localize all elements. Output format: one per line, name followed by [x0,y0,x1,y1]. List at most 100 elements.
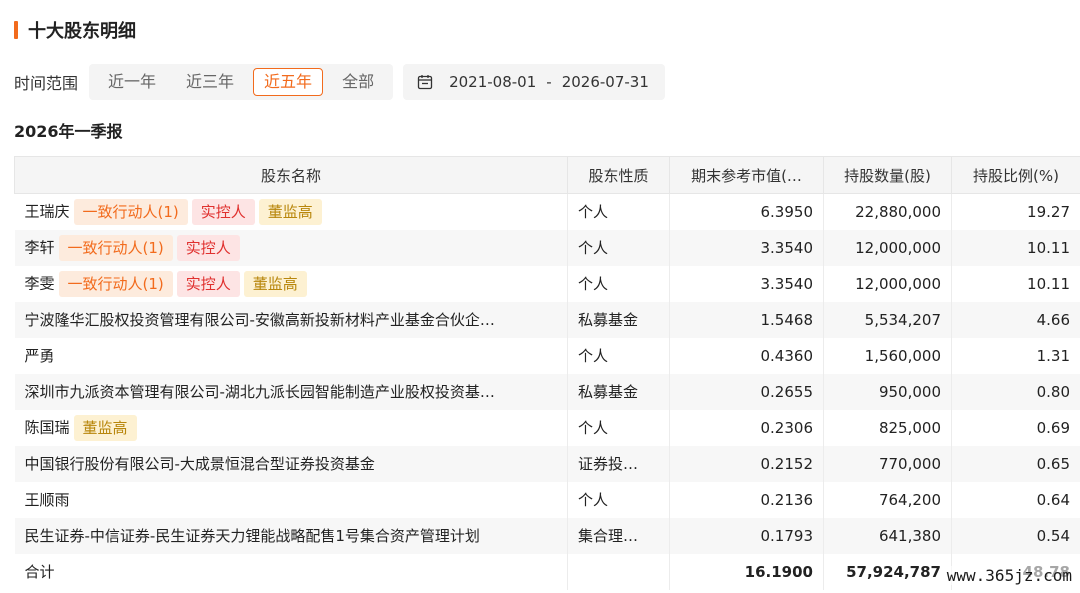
share-count: 1,560,000 [823,337,952,374]
share-count: 641,380 [823,517,952,554]
header-shareholder-type[interactable]: 股东性质 [567,156,670,194]
total-share-count: 57,924,787 [823,553,952,590]
tab-all[interactable]: 全部 [331,68,385,96]
shareholder-tag: 实控人 [176,270,240,297]
shareholder-type: 私募基金 [567,301,670,338]
share-count: 950,000 [823,373,952,410]
end-date: 2026-07-31 [561,73,649,91]
market-value: 3.3540 [669,265,824,302]
shareholder-type: 个人 [567,265,670,302]
shareholder-type: 个人 [567,337,670,374]
calendar-icon [417,75,433,90]
market-value: 0.2655 [669,373,824,410]
shareholder-name-cell: 李雯 一致行动人(1) 实控人 董监高 [14,265,568,302]
tab-1-year[interactable]: 近一年 [97,68,167,96]
shareholder-type: 集合理… [567,517,670,554]
accent-bar [14,21,18,39]
shareholder-type: 私募基金 [567,373,670,410]
shareholder-tag: 董监高 [243,270,307,297]
header-market-value[interactable]: 期末参考市值(… [669,156,824,194]
table-row[interactable]: 民生证券-中信证券-民生证券天力锂能战略配售1号集合资产管理计划 集合理… 0.17… [14,517,1080,554]
shareholder-name-cell: 李轩 一致行动人(1) 实控人 [14,229,568,266]
shareholder-type: 证券投… [567,445,670,482]
date-range-picker[interactable]: 2021-08-01 - 2026-07-31 [403,64,665,100]
shareholder-name[interactable]: 宁波隆华汇股权投资管理有限公司-安徽高新投新材料产业基金合伙企… [25,311,495,329]
share-count: 770,000 [823,445,952,482]
shareholder-type: 个人 [567,481,670,518]
table-row[interactable]: 李雯 一致行动人(1) 实控人 董监高 个人 3.3540 12,000,000 10.11 [14,265,1080,302]
shareholder-name-cell: 民生证券-中信证券-民生证券天力锂能战略配售1号集合资产管理计划 [14,517,568,554]
shareholder-type: 个人 [567,229,670,266]
share-ratio: 10.11 [951,229,1080,266]
start-date: 2021-08-01 [449,73,537,91]
shareholder-name[interactable]: 民生证券-中信证券-民生证券天力锂能战略配售1号集合资产管理计划 [25,527,480,545]
shareholder-name[interactable]: 李雯 [25,274,55,292]
shareholder-name-cell: 中国银行股份有限公司-大成景恒混合型证券投资基金 [14,445,568,482]
market-value: 3.3540 [669,229,824,266]
table-row[interactable]: 王瑞庆 一致行动人(1) 实控人 董监高 个人 6.3950 22,880,000 19.27 [14,193,1080,230]
total-label: 合计 [14,553,568,590]
shareholder-tag: 董监高 [258,198,322,225]
market-value: 0.2306 [669,409,824,446]
shareholder-name-cell: 严勇 [14,337,568,374]
share-ratio: 0.69 [951,409,1080,446]
share-ratio: 10.11 [951,265,1080,302]
shareholder-name[interactable]: 陈国瑞 [25,418,70,436]
share-count: 5,534,207 [823,301,952,338]
shareholder-table: 股东名称 股东性质 期末参考市值(… 持股数量(股) 持股比例(%) 王瑞庆 一致… [14,156,1080,590]
market-value: 0.2136 [669,481,824,518]
table-row[interactable]: 深圳市九派资本管理有限公司-湖北九派长园智能制造产业股权投资基… 私募基金 0.26… [14,373,1080,410]
share-count: 12,000,000 [823,229,952,266]
report-period-title: 2026年一季报 [14,122,123,141]
shareholder-type: 个人 [567,193,670,230]
header-shareholder-name[interactable]: 股东名称 [14,156,568,194]
time-range-label: 时间范围 [14,74,79,93]
shareholder-name[interactable]: 王顺雨 [25,491,70,509]
time-range-row: 时间范围 近一年 近三年 近五年 全部 2021-08-01 - 2026-07… [14,64,665,100]
tab-3-years[interactable]: 近三年 [175,68,245,96]
share-ratio: 4.66 [951,301,1080,338]
shareholder-name-cell: 宁波隆华汇股权投资管理有限公司-安徽高新投新材料产业基金合伙企… [14,301,568,338]
shareholder-tag: 一致行动人(1) [73,198,188,225]
market-value: 0.4360 [669,337,824,374]
table-row[interactable]: 陈国瑞 董监高 个人 0.2306 825,000 0.69 [14,409,1080,446]
shareholder-name-cell: 深圳市九派资本管理有限公司-湖北九派长园智能制造产业股权投资基… [14,373,568,410]
market-value: 0.1793 [669,517,824,554]
shareholder-tag: 实控人 [176,234,240,261]
table-row[interactable]: 李轩 一致行动人(1) 实控人 个人 3.3540 12,000,000 10.11 [14,229,1080,266]
shareholder-name[interactable]: 深圳市九派资本管理有限公司-湖北九派长园智能制造产业股权投资基… [25,383,495,401]
table-row[interactable]: 严勇 个人 0.4360 1,560,000 1.31 [14,337,1080,374]
shareholder-type: 个人 [567,409,670,446]
shareholder-name-cell: 陈国瑞 董监高 [14,409,568,446]
section-header: 十大股东明细 [14,18,136,42]
table-row[interactable]: 宁波隆华汇股权投资管理有限公司-安徽高新投新材料产业基金合伙企… 私募基金 1.54… [14,301,1080,338]
date-separator: - [546,73,552,91]
market-value: 0.2152 [669,445,824,482]
total-market-value: 16.1900 [669,553,824,590]
share-count: 12,000,000 [823,265,952,302]
share-ratio: 0.80 [951,373,1080,410]
share-count: 764,200 [823,481,952,518]
shareholder-name[interactable]: 中国银行股份有限公司-大成景恒混合型证券投资基金 [25,455,375,473]
table-row[interactable]: 王顺雨 个人 0.2136 764,200 0.64 [14,481,1080,518]
market-value: 1.5468 [669,301,824,338]
shareholder-tag: 实控人 [191,198,255,225]
shareholder-name[interactable]: 李轩 [25,238,55,256]
tab-5-years[interactable]: 近五年 [253,68,324,96]
share-count: 825,000 [823,409,952,446]
share-ratio: 1.31 [951,337,1080,374]
shareholder-name-cell: 王瑞庆 一致行动人(1) 实控人 董监高 [14,193,568,230]
shareholder-tag: 董监高 [73,414,137,441]
shareholder-tag: 一致行动人(1) [58,270,173,297]
share-ratio: 0.54 [951,517,1080,554]
time-range-tabs: 近一年 近三年 近五年 全部 [89,64,394,100]
header-share-count[interactable]: 持股数量(股) [823,156,952,194]
section-title: 十大股东明细 [28,21,136,42]
header-share-ratio[interactable]: 持股比例(%) [951,156,1080,194]
shareholder-name[interactable]: 王瑞庆 [25,202,70,220]
market-value: 6.3950 [669,193,824,230]
total-type-empty [567,553,670,590]
shareholder-name[interactable]: 严勇 [25,347,55,365]
table-row[interactable]: 中国银行股份有限公司-大成景恒混合型证券投资基金 证券投… 0.2152 770,00… [14,445,1080,482]
watermark: www.365jz.com [946,566,1072,585]
